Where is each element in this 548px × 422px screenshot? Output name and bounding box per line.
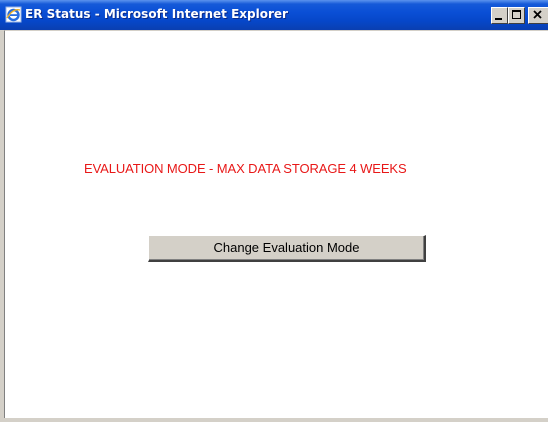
close-icon — [533, 10, 542, 19]
internet-explorer-icon[interactable] — [5, 6, 22, 23]
browser-window: ER Status - Microsoft Internet Explorer … — [0, 0, 548, 422]
maximize-icon — [512, 10, 521, 19]
title-bar-highlight — [0, 0, 548, 4]
minimize-button[interactable] — [491, 7, 508, 24]
window-bottom-border — [0, 418, 548, 422]
title-bar[interactable]: ER Status - Microsoft Internet Explorer — [0, 0, 548, 30]
change-evaluation-mode-button[interactable]: Change Evaluation Mode — [148, 235, 426, 262]
maximize-button[interactable] — [508, 7, 525, 24]
page-content: EVALUATION MODE - MAX DATA STORAGE 4 WEE… — [4, 30, 548, 418]
evaluation-mode-message: EVALUATION MODE - MAX DATA STORAGE 4 WEE… — [84, 161, 407, 176]
close-button[interactable] — [528, 7, 548, 24]
minimize-icon — [495, 18, 502, 20]
window-title: ER Status - Microsoft Internet Explorer — [25, 7, 288, 21]
